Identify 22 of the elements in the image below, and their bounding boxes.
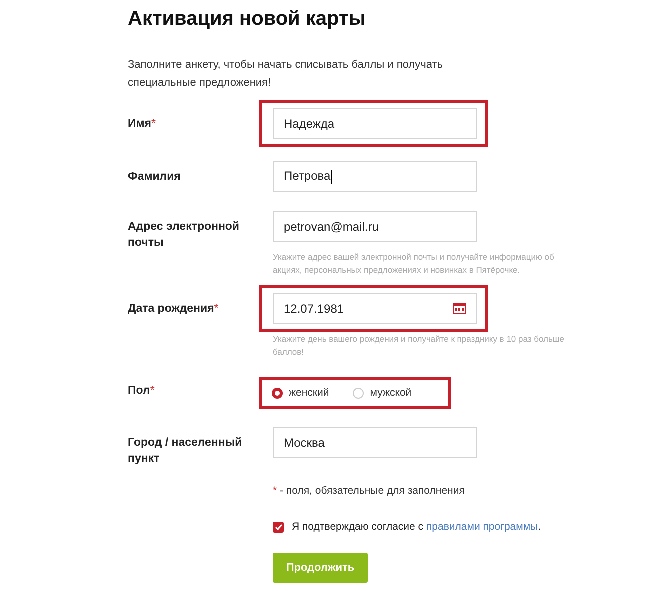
consent-checkbox[interactable]	[273, 522, 284, 532]
input-field[interactable]: petrovan@mail.ru	[273, 211, 477, 242]
input-field[interactable]: Надежда	[273, 108, 477, 139]
field-hint: Укажите адрес вашей электронной почты и получайте информацию об акциях, персональных предложениях и новинках в Пятёрочке.	[273, 251, 556, 277]
date-field[interactable]: 12.07.1981	[273, 293, 477, 324]
field-label: Город / населенный пункт	[128, 436, 244, 467]
required-note: * - поля, обязательные для заполнения	[273, 485, 466, 499]
input-field[interactable]: Петрова	[273, 161, 477, 192]
field-label: Дата рождения*	[128, 302, 220, 317]
field-label: Пол*	[128, 384, 156, 399]
rules-link[interactable]: правилами программы	[426, 521, 538, 533]
field-label: Имя*	[128, 117, 157, 132]
radio-option[interactable]: женский	[272, 387, 330, 399]
page-title: Активация новой карты	[128, 8, 367, 32]
radio-option[interactable]: мужской	[353, 387, 412, 399]
consent-text: Я подтверждаю согласие с правилами программы.	[292, 521, 542, 533]
field-label: Фамилия	[128, 170, 182, 185]
field-hint: Укажите день вашего рождения и получайте к празднику в 10 раз больше баллов!	[273, 333, 566, 359]
intro-text: Заполните анкету, чтобы начать списывать баллы и получать специальные предложения!	[128, 58, 444, 91]
input-field[interactable]: Москва	[273, 427, 477, 458]
field-label: Адрес электронной почты	[128, 220, 241, 251]
calendar-icon[interactable]	[453, 303, 466, 314]
